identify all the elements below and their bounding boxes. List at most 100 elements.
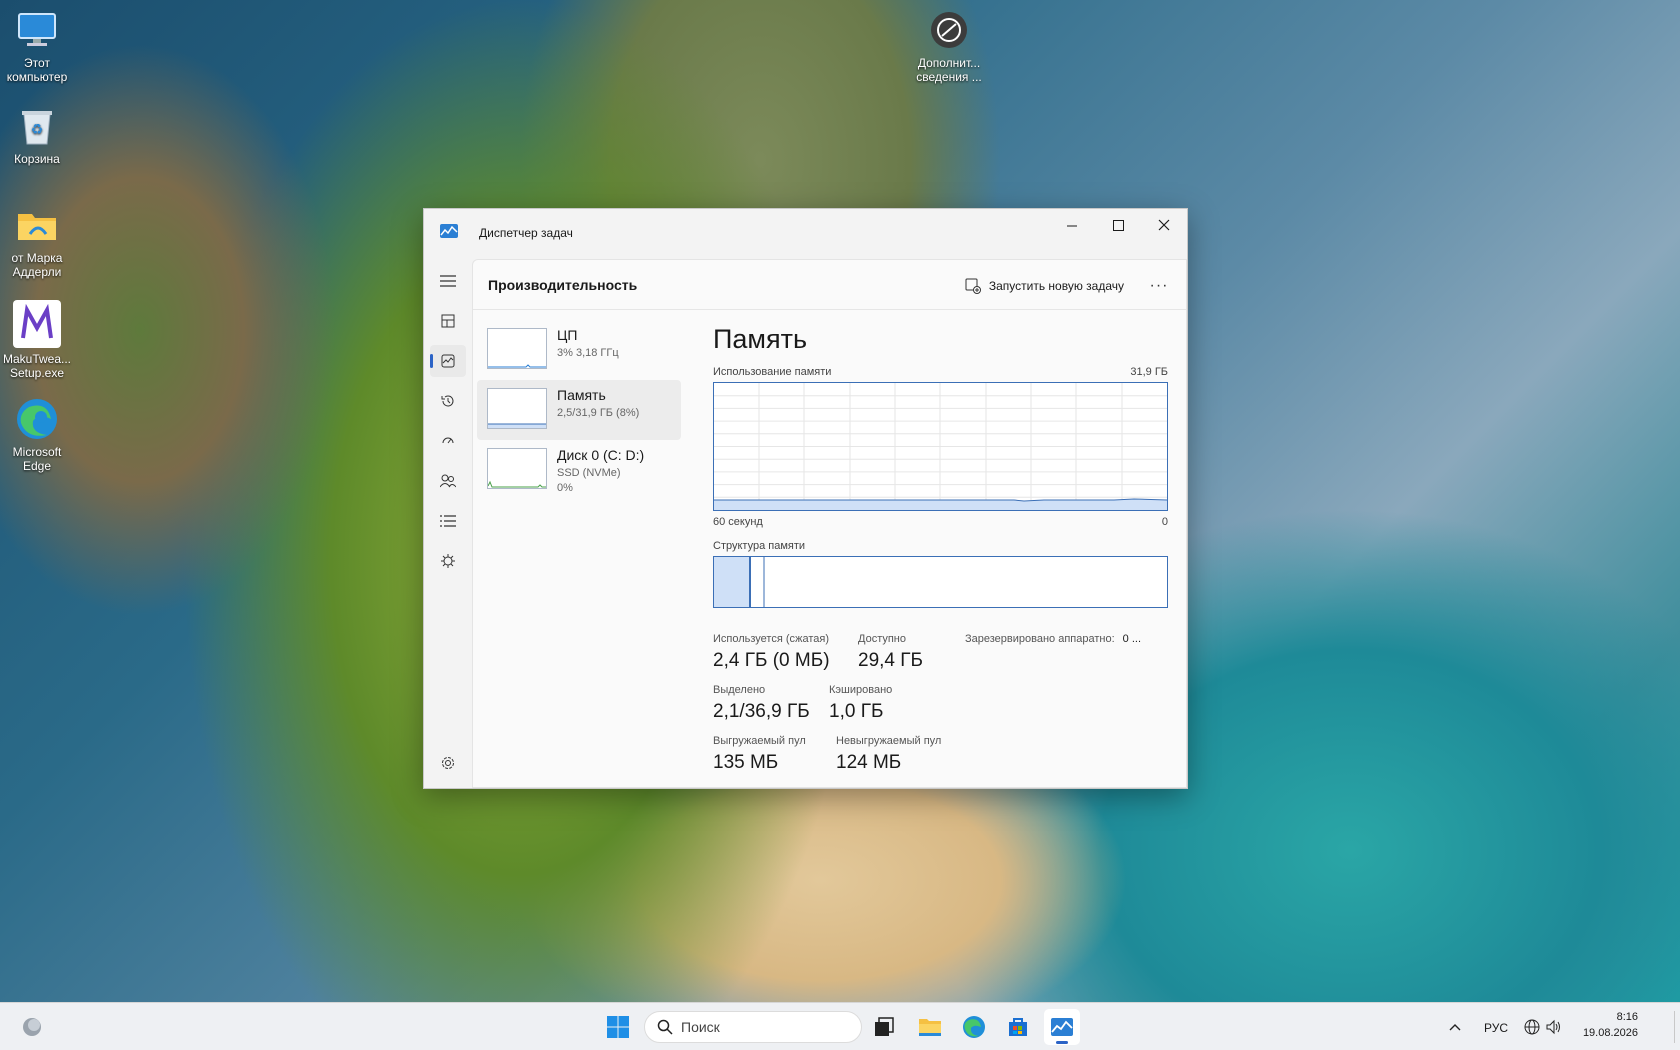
desktop-icon-info[interactable]: Дополнит... сведения ...	[911, 8, 987, 84]
maximize-button[interactable]	[1095, 209, 1141, 241]
search-icon	[657, 1019, 673, 1035]
nav-users[interactable]	[430, 465, 466, 497]
processes-icon	[441, 314, 455, 328]
stat-cached: Кэшировано 1,0 ГБ	[829, 684, 892, 723]
title-bar[interactable]: Диспетчер задач	[424, 209, 1187, 259]
detail-title: Память	[713, 324, 808, 354]
stat-label: Доступно	[858, 633, 907, 645]
taskbar-search[interactable]: Поиск	[644, 1011, 862, 1043]
stat-paged-pool: Выгружаемый пул 135 МБ	[713, 735, 806, 774]
desktop-icon-label: MakuTwea... Setup.exe	[2, 352, 72, 380]
nav-app-history[interactable]	[430, 385, 466, 417]
close-button[interactable]	[1141, 209, 1187, 241]
stat-value: 124 МБ	[836, 752, 902, 773]
chevron-up-icon	[1449, 1024, 1461, 1031]
stat-label: Невыгружаемый пул	[836, 735, 942, 747]
language-indicator[interactable]: РУС	[1484, 1021, 1508, 1035]
stat-nonpaged-pool: Невыгружаемый пул 124 МБ	[836, 735, 941, 774]
nav-performance[interactable]	[430, 345, 466, 377]
run-new-task-label: Запустить новую задачу	[988, 279, 1124, 293]
nav-processes[interactable]	[430, 305, 466, 337]
edge-taskbar-button[interactable]	[956, 1009, 992, 1045]
show-hidden-icons-button[interactable]	[1437, 1009, 1473, 1045]
memory-usage-graph	[713, 382, 1168, 511]
task-manager-icon	[440, 224, 458, 238]
edge-icon	[15, 397, 59, 441]
search-placeholder: Поиск	[681, 1019, 720, 1035]
desktop-icon-makutweaker[interactable]: MakuTwea... Setup.exe	[0, 300, 75, 380]
desktop-icon-label: Этот компьютер	[6, 56, 68, 84]
perf-item-name: ЦП	[557, 327, 578, 343]
desktop-icon-edge[interactable]: Microsoft Edge	[0, 397, 75, 473]
task-view-button[interactable]	[866, 1009, 902, 1045]
task-manager-icon	[1051, 1018, 1073, 1036]
time-axis-right: 0	[1161, 516, 1168, 528]
speaker-icon	[1546, 1019, 1560, 1035]
page-title: Производительность	[488, 277, 638, 293]
show-desktop-button[interactable]	[1674, 1011, 1680, 1043]
widgets-button[interactable]	[14, 1009, 50, 1045]
left-navigation	[424, 259, 472, 788]
gear-icon	[442, 757, 454, 769]
stat-value: 2,1/36,9 ГБ	[713, 701, 810, 722]
run-new-task-button[interactable]: Запустить новую задачу	[965, 273, 1124, 299]
more-options-button[interactable]: ···	[1146, 273, 1172, 299]
details-icon	[440, 515, 456, 527]
hamburger-menu-button[interactable]	[430, 265, 466, 297]
usage-max: 31,9 ГБ	[1130, 366, 1168, 378]
stat-value: 1,0 ГБ	[829, 701, 884, 722]
clock[interactable]: 8:16 19.08.2026	[1578, 1009, 1638, 1041]
store-icon	[1009, 1018, 1027, 1036]
nav-startup-apps[interactable]	[430, 425, 466, 457]
stat-label: Используется (сжатая)	[713, 633, 830, 645]
performance-list: ЦП 3% 3,18 ГГц Память 2,5/31,9 ГБ (8%) Д…	[477, 320, 681, 500]
info-icon	[927, 8, 971, 52]
users-icon	[440, 474, 456, 488]
stat-committed: Выделено 2,1/36,9 ГБ	[713, 684, 810, 723]
perf-item-disk[interactable]: Диск 0 (C: D:) SSD (NVMe) 0%	[477, 440, 681, 500]
stat-in-use: Используется (сжатая) 2,4 ГБ (0 МБ)	[713, 633, 830, 672]
history-icon	[441, 395, 454, 407]
perf-item-name: Диск 0 (C: D:)	[557, 447, 645, 463]
desktop-icon-label: от Марка Аддерли	[11, 251, 63, 279]
nav-settings[interactable]	[430, 747, 466, 779]
desktop-icon-recycle-bin[interactable]: ♻ Корзина	[0, 104, 75, 166]
stat-label: Выгружаемый пул	[713, 735, 806, 747]
recycle-bin-icon: ♻	[15, 104, 59, 148]
minimize-icon	[1066, 225, 1077, 226]
stat-label: Выделено	[713, 684, 766, 696]
stat-label: Кэшировано	[829, 684, 893, 696]
perf-item-type: SSD (NVMe)	[557, 467, 621, 479]
perf-item-memory[interactable]: Память 2,5/31,9 ГБ (8%)	[477, 380, 681, 440]
window-title: Диспетчер задач	[479, 226, 573, 240]
perf-item-detail: 2,5/31,9 ГБ (8%)	[557, 407, 640, 419]
volume-button[interactable]	[1536, 1009, 1572, 1045]
perf-item-name: Память	[557, 387, 606, 403]
start-button[interactable]	[600, 1009, 636, 1045]
task-manager-taskbar-button[interactable]	[1044, 1009, 1080, 1045]
startup-icon	[442, 437, 454, 444]
folder-icon	[15, 203, 59, 247]
app-icon	[13, 300, 61, 348]
new-task-icon	[965, 278, 981, 294]
desktop-icon-folder[interactable]: от Марка Аддерли	[0, 203, 75, 279]
nav-details[interactable]	[430, 505, 466, 537]
desktop-icon-this-pc[interactable]: Этот компьютер	[0, 8, 75, 84]
windows-logo-icon	[607, 1016, 629, 1038]
monitor-icon	[15, 8, 59, 52]
stat-value: 0 ...	[1122, 633, 1141, 645]
task-view-icon	[875, 1017, 894, 1036]
store-button[interactable]	[1000, 1009, 1036, 1045]
structure-label: Структура памяти	[713, 540, 806, 552]
file-explorer-button[interactable]	[912, 1009, 948, 1045]
perf-item-cpu[interactable]: ЦП 3% 3,18 ГГц	[477, 320, 681, 380]
services-icon	[441, 554, 455, 568]
edge-icon	[963, 1016, 985, 1038]
perf-item-detail: SSD (NVMe) 0%	[557, 466, 621, 496]
close-icon	[1158, 219, 1170, 231]
hamburger-icon	[440, 275, 456, 287]
minimize-button[interactable]	[1049, 209, 1095, 241]
nav-services[interactable]	[430, 545, 466, 577]
content-pane: Производительность Запустить новую задач…	[472, 259, 1187, 788]
taskbar: Поиск РУС 8:16 19.08.2026	[0, 1002, 1680, 1050]
